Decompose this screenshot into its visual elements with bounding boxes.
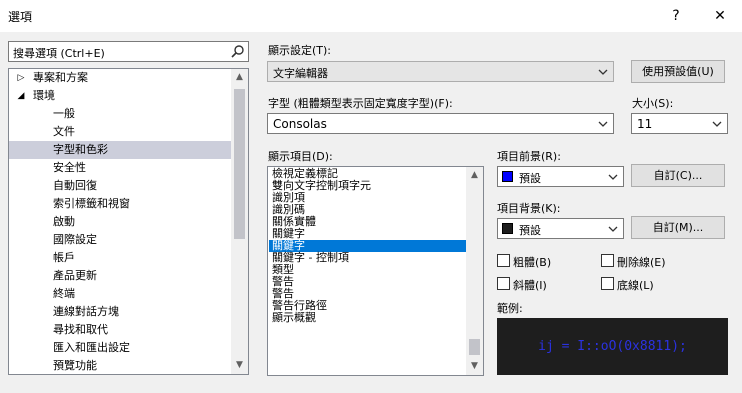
sample-label: 範例: — [497, 302, 523, 315]
foreground-value: 預設 — [519, 172, 541, 185]
tree-item[interactable]: 安全性 — [9, 159, 231, 177]
foreground-color-swatch — [502, 171, 513, 182]
tree-scrollbar[interactable]: ▲ ▼ — [231, 69, 248, 374]
window-title: 選項 — [8, 10, 33, 24]
tree-item-label: 自動回復 — [53, 179, 97, 192]
options-tree[interactable]: ▷ 專案和方案 ◢ 環境一般文件字型和色彩安全性自動回復索引標籤和視窗 啟動國際設定帳戶… — [8, 68, 249, 375]
close-button[interactable]: ✕ — [706, 2, 734, 30]
chevron-down-icon — [608, 226, 618, 232]
display-items-list[interactable]: 檢視定義標記 雙向文字控制項字元 識別項 識別碼 關係實體 關鍵字 關鍵字 關鍵字 - 控制項… — [267, 166, 484, 376]
tree-item[interactable]: 預覽功能 — [9, 357, 231, 374]
bold-label: 粗體(B) — [513, 256, 552, 269]
chevron-down-icon — [712, 121, 722, 127]
chevron-down-icon — [598, 69, 608, 75]
tree-item-label: 國際設定 — [53, 233, 97, 246]
chevron-down-icon — [598, 121, 608, 127]
list-scroll-thumb[interactable] — [469, 339, 480, 355]
custom-foreground-button[interactable]: 自訂(C)... — [631, 164, 725, 187]
font-value: Consolas — [273, 117, 327, 131]
tree-item-label: 預覽功能 — [53, 359, 97, 372]
tree-item-label: 索引標籤和視窗 — [53, 197, 130, 210]
tree-item[interactable]: 匯入和匯出設定 — [9, 339, 231, 357]
background-label: 項目背景(K): — [497, 202, 561, 215]
tree-item[interactable]: 國際設定 — [9, 231, 231, 249]
sample-preview: ij = I::oO(0x8811); — [497, 318, 728, 375]
tree-item-label: 終端 — [53, 287, 75, 300]
expand-arrow-icon[interactable]: ▷ — [16, 69, 26, 87]
size-combo[interactable]: 11 — [631, 113, 728, 134]
bold-checkbox[interactable] — [497, 254, 510, 267]
display-settings-combo[interactable]: 文字編輯器 — [267, 61, 614, 82]
underline-label: 底線(L) — [617, 279, 654, 292]
tree-item[interactable]: 啟動 — [9, 213, 231, 231]
title-bar — [0, 0, 742, 32]
display-items-label: 顯示項目(D): — [268, 150, 333, 163]
tree-item[interactable]: 終端 — [9, 285, 231, 303]
font-label: 字型 (粗體類型表示固定寬度字型)(F): — [268, 97, 453, 110]
custom-background-button[interactable]: 自訂(M)... — [631, 216, 725, 239]
size-value: 11 — [637, 117, 653, 131]
tree-item-label: 環境 — [33, 89, 55, 102]
scroll-up-arrow-icon[interactable]: ▲ — [466, 167, 483, 184]
search-input-value: 搜尋選項 (Ctrl+E) — [13, 47, 105, 60]
tree-item[interactable]: 連線對話方塊 — [9, 303, 231, 321]
list-item[interactable]: 警告 — [269, 276, 467, 288]
sample-code: ij = I::oO(0x8811); — [538, 339, 687, 354]
display-settings-value: 文字編輯器 — [273, 67, 328, 80]
tree-item-label: 專案和方案 — [33, 71, 88, 84]
strikethrough-checkbox[interactable] — [601, 254, 614, 267]
display-settings-label: 顯示設定(T): — [268, 44, 332, 57]
tree-item[interactable]: 帳戶 — [9, 249, 231, 267]
list-item[interactable]: 類型 — [269, 264, 467, 276]
italic-label: 斜體(I) — [513, 279, 547, 292]
tree-item-label: 連線對話方塊 — [53, 305, 119, 318]
foreground-combo[interactable]: 預設 — [497, 166, 624, 187]
tree-item[interactable]: 索引標籤和視窗 — [9, 195, 231, 213]
size-label: 大小(S): — [632, 97, 674, 110]
scroll-up-arrow-icon[interactable]: ▲ — [231, 69, 248, 86]
tree-item[interactable]: 產品更新 — [9, 267, 231, 285]
tree-item[interactable]: 尋找和取代 — [9, 321, 231, 339]
tree-item-label: 產品更新 — [53, 269, 97, 282]
tree-item[interactable]: ◢ 環境 — [9, 87, 231, 105]
collapse-arrow-icon[interactable]: ◢ — [16, 87, 26, 105]
tree-scroll-thumb[interactable] — [234, 89, 245, 239]
background-color-swatch — [502, 223, 513, 234]
list-scrollbar[interactable]: ▲ ▼ — [466, 167, 483, 375]
scroll-down-arrow-icon[interactable]: ▼ — [466, 358, 483, 375]
background-combo[interactable]: 預設 — [497, 218, 624, 239]
chevron-down-icon — [608, 174, 618, 180]
list-item[interactable]: 顯示概觀 — [269, 312, 467, 324]
font-combo[interactable]: Consolas — [267, 113, 614, 134]
tree-item[interactable]: 文件 — [9, 123, 231, 141]
tree-item-label: 啟動 — [53, 215, 75, 228]
search-icon — [231, 45, 244, 58]
tree-item-label: 文件 — [53, 125, 75, 138]
tree-item[interactable]: ▷ 專案和方案 — [9, 69, 231, 87]
tree-item[interactable]: 自動回復 — [9, 177, 231, 195]
strikethrough-label: 刪除線(E) — [617, 256, 666, 269]
tree-item[interactable]: 字型和色彩 — [9, 141, 231, 159]
use-defaults-button[interactable]: 使用預設值(U) — [631, 60, 725, 83]
italic-checkbox[interactable] — [497, 277, 510, 290]
background-value: 預設 — [519, 224, 541, 237]
tree-item[interactable]: 一般 — [9, 105, 231, 123]
tree-item-label: 安全性 — [53, 161, 86, 174]
tree-item-label: 帳戶 — [53, 251, 75, 264]
help-button[interactable]: ? — [662, 2, 690, 30]
tree-item-label: 尋找和取代 — [53, 323, 108, 336]
tree-item-label: 匯入和匯出設定 — [53, 341, 130, 354]
underline-checkbox[interactable] — [601, 277, 614, 290]
tree-item-label: 一般 — [53, 107, 75, 120]
search-input[interactable]: 搜尋選項 (Ctrl+E) — [8, 41, 249, 62]
list-item[interactable]: 關鍵字 - 控制項 — [269, 252, 467, 264]
scroll-down-arrow-icon[interactable]: ▼ — [231, 357, 248, 374]
tree-item-label: 字型和色彩 — [53, 143, 108, 156]
foreground-label: 項目前景(R): — [497, 150, 561, 163]
